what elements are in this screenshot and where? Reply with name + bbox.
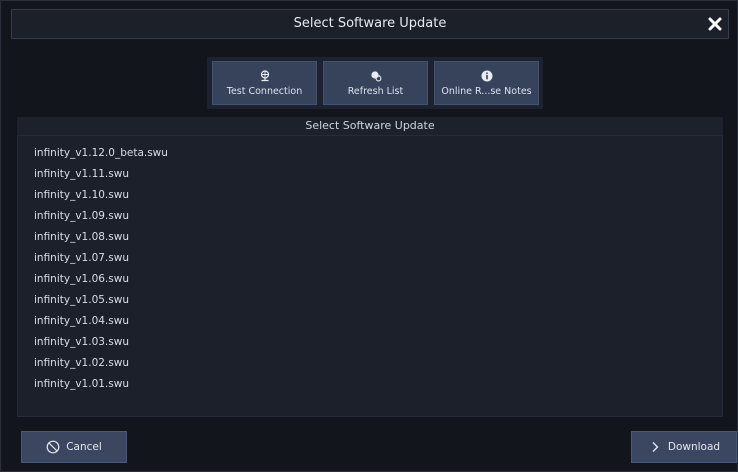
test-connection-button[interactable]: Test Connection bbox=[212, 61, 317, 105]
list-header: Select Software Update bbox=[17, 117, 723, 135]
download-button[interactable]: Download bbox=[631, 431, 737, 463]
list-item[interactable]: infinity_v1.02.swu bbox=[18, 353, 722, 374]
software-update-list[interactable]: infinity_v1.12.0_beta.swu infinity_v1.11… bbox=[17, 135, 723, 417]
cancel-icon bbox=[46, 440, 60, 454]
list-item[interactable]: infinity_v1.10.swu bbox=[18, 185, 722, 206]
info-icon bbox=[481, 70, 492, 81]
network-icon bbox=[260, 69, 269, 81]
list-item[interactable]: infinity_v1.12.0_beta.swu bbox=[18, 143, 722, 164]
download-label: Download bbox=[667, 441, 721, 453]
list-item[interactable]: infinity_v1.11.swu bbox=[18, 164, 722, 185]
close-icon bbox=[708, 17, 722, 31]
refresh-list-label: Refresh List bbox=[347, 85, 404, 97]
list-item[interactable]: infinity_v1.04.swu bbox=[18, 311, 722, 332]
list-item[interactable]: infinity_v1.01.swu bbox=[18, 374, 722, 395]
cancel-button[interactable]: Cancel bbox=[21, 431, 127, 463]
list-item[interactable]: infinity_v1.09.swu bbox=[18, 206, 722, 227]
toolbar: Test Connection Refresh List Online R...… bbox=[207, 57, 543, 109]
refresh-icon bbox=[370, 70, 381, 81]
list-item[interactable]: infinity_v1.08.swu bbox=[18, 227, 722, 248]
cancel-label: Cancel bbox=[66, 441, 102, 453]
online-release-notes-button[interactable]: Online R...se Notes bbox=[434, 61, 539, 105]
list-item[interactable]: infinity_v1.06.swu bbox=[18, 269, 722, 290]
list-item[interactable]: infinity_v1.03.swu bbox=[18, 332, 722, 353]
list-item[interactable]: infinity_v1.05.swu bbox=[18, 290, 722, 311]
online-release-notes-label: Online R...se Notes bbox=[441, 85, 532, 97]
title-bar: Select Software Update bbox=[11, 9, 729, 39]
dialog-title: Select Software Update bbox=[293, 16, 447, 31]
close-button[interactable] bbox=[702, 10, 728, 38]
software-update-dialog: Select Software Update Test Connection R… bbox=[0, 0, 738, 472]
chevron-right-icon bbox=[652, 442, 659, 452]
refresh-list-button[interactable]: Refresh List bbox=[323, 61, 428, 105]
test-connection-label: Test Connection bbox=[226, 85, 303, 97]
list-item[interactable]: infinity_v1.07.swu bbox=[18, 248, 722, 269]
